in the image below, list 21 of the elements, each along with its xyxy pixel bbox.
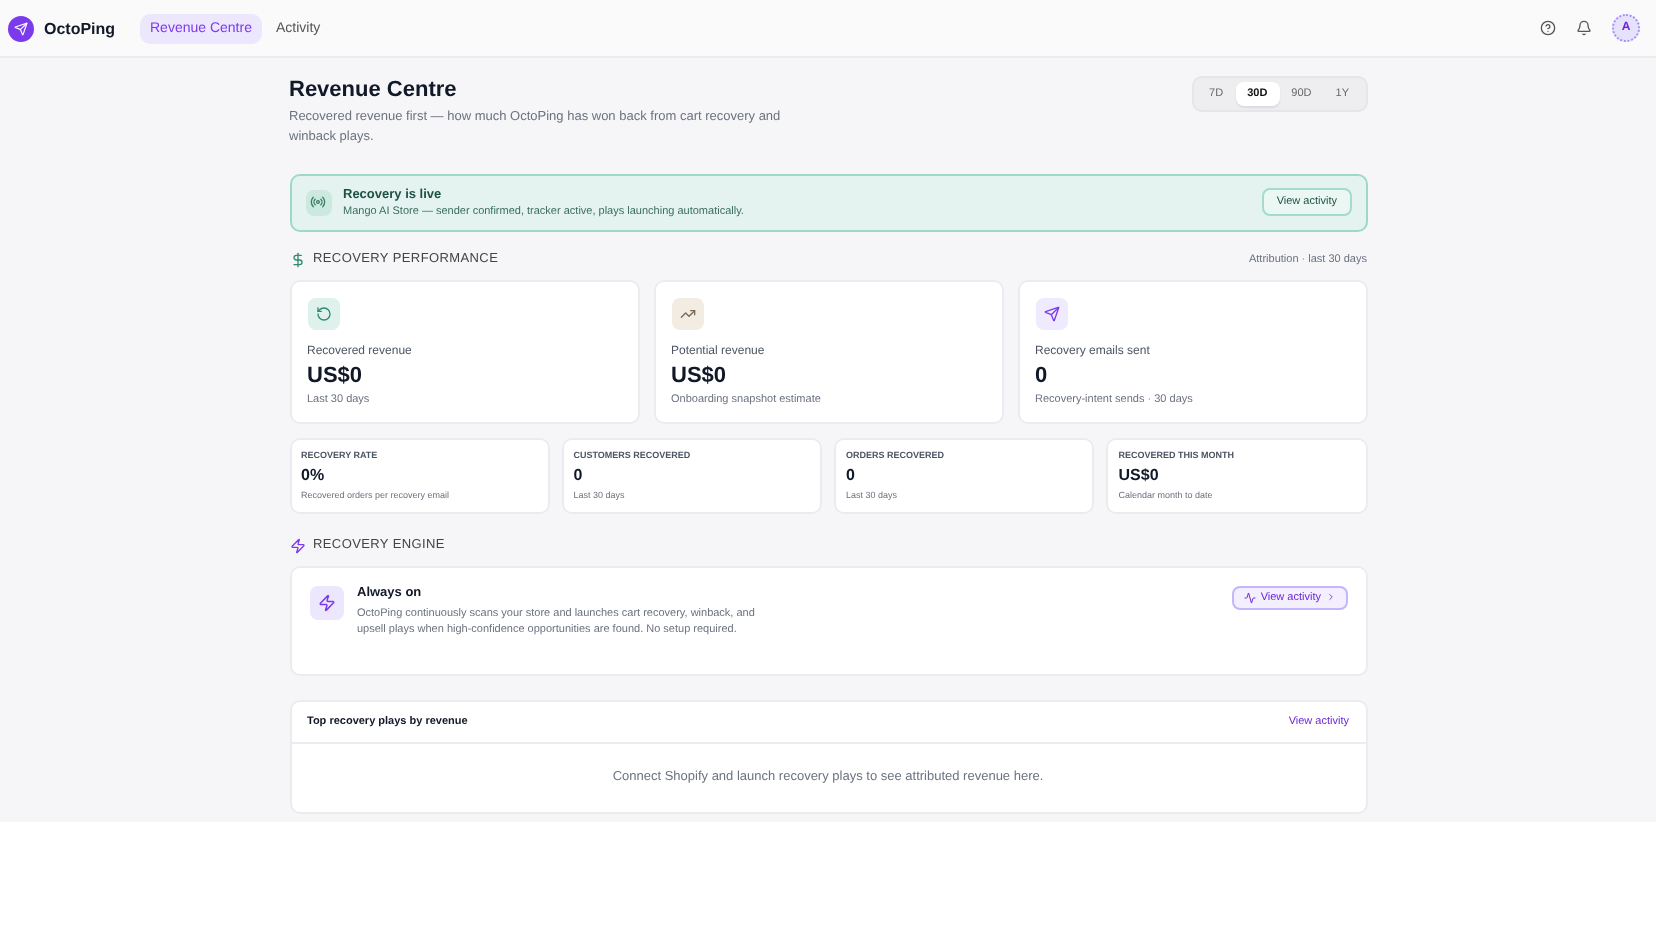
stat-value: US$0 — [1118, 465, 1161, 483]
lightning-icon — [289, 537, 305, 553]
page-title: Revenue Centre — [289, 78, 459, 102]
send-icon — [1035, 297, 1067, 329]
bell-icon[interactable] — [1576, 20, 1592, 36]
stat-value: 0 — [573, 465, 585, 483]
metric-value: US$0 — [307, 363, 365, 387]
chevron-right-icon — [1325, 592, 1335, 602]
metric-value: 0 — [1035, 363, 1050, 387]
dollar-icon — [289, 251, 305, 267]
stat-value: 0 — [846, 465, 857, 483]
trend-up-icon — [671, 297, 703, 329]
stat-value: 0% — [301, 465, 327, 483]
brand-name: OctoPing — [44, 19, 116, 37]
refresh-icon — [307, 297, 339, 329]
pulse-icon — [1244, 591, 1257, 603]
logo-icon — [8, 15, 34, 41]
help-icon[interactable] — [1540, 20, 1556, 36]
metric-value: US$0 — [671, 363, 729, 387]
broadcast-icon — [305, 189, 331, 215]
lightning-icon — [309, 585, 343, 619]
